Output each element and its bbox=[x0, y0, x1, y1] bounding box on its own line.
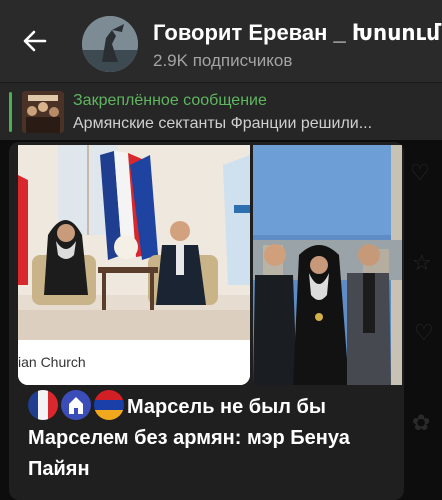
france-flag-icon bbox=[28, 390, 58, 420]
armenia-flag-icon bbox=[94, 390, 124, 420]
pinned-indicator bbox=[9, 92, 12, 132]
channel-avatar[interactable] bbox=[82, 16, 138, 72]
post-photo-2[interactable] bbox=[253, 145, 402, 385]
channel-title[interactable]: Говорит Ереван _ Խոսում bbox=[153, 20, 442, 46]
subscriber-count: 2.9K подписчиков bbox=[153, 51, 293, 70]
channel-header: Говорит Ереван _ Խոսում 2.9K подписчиков bbox=[0, 0, 442, 82]
doodle-icon: ✿ bbox=[412, 410, 431, 435]
photo-caption-strip: ian Church bbox=[18, 340, 250, 385]
church-icon bbox=[61, 390, 91, 420]
doodle-icon: ☆ bbox=[412, 250, 432, 275]
post-photo-1[interactable]: ian Church bbox=[18, 145, 250, 385]
photo-caption: ian Church bbox=[18, 354, 86, 370]
pinned-thumbnail bbox=[22, 91, 64, 133]
back-arrow-icon[interactable] bbox=[20, 26, 50, 56]
pinned-message-bar[interactable]: Закреплённое сообщение Армянские сектант… bbox=[0, 82, 442, 140]
pinned-label: Закреплённое сообщение bbox=[73, 92, 267, 109]
doodle-icon: ♡ bbox=[410, 160, 430, 185]
post-text-block: Марсель не был бы Марселем без армян: мэ… bbox=[28, 390, 398, 485]
pinned-text: Армянские сектанты Франции решили... bbox=[73, 115, 373, 132]
doodle-icon: ♡ bbox=[414, 320, 434, 345]
